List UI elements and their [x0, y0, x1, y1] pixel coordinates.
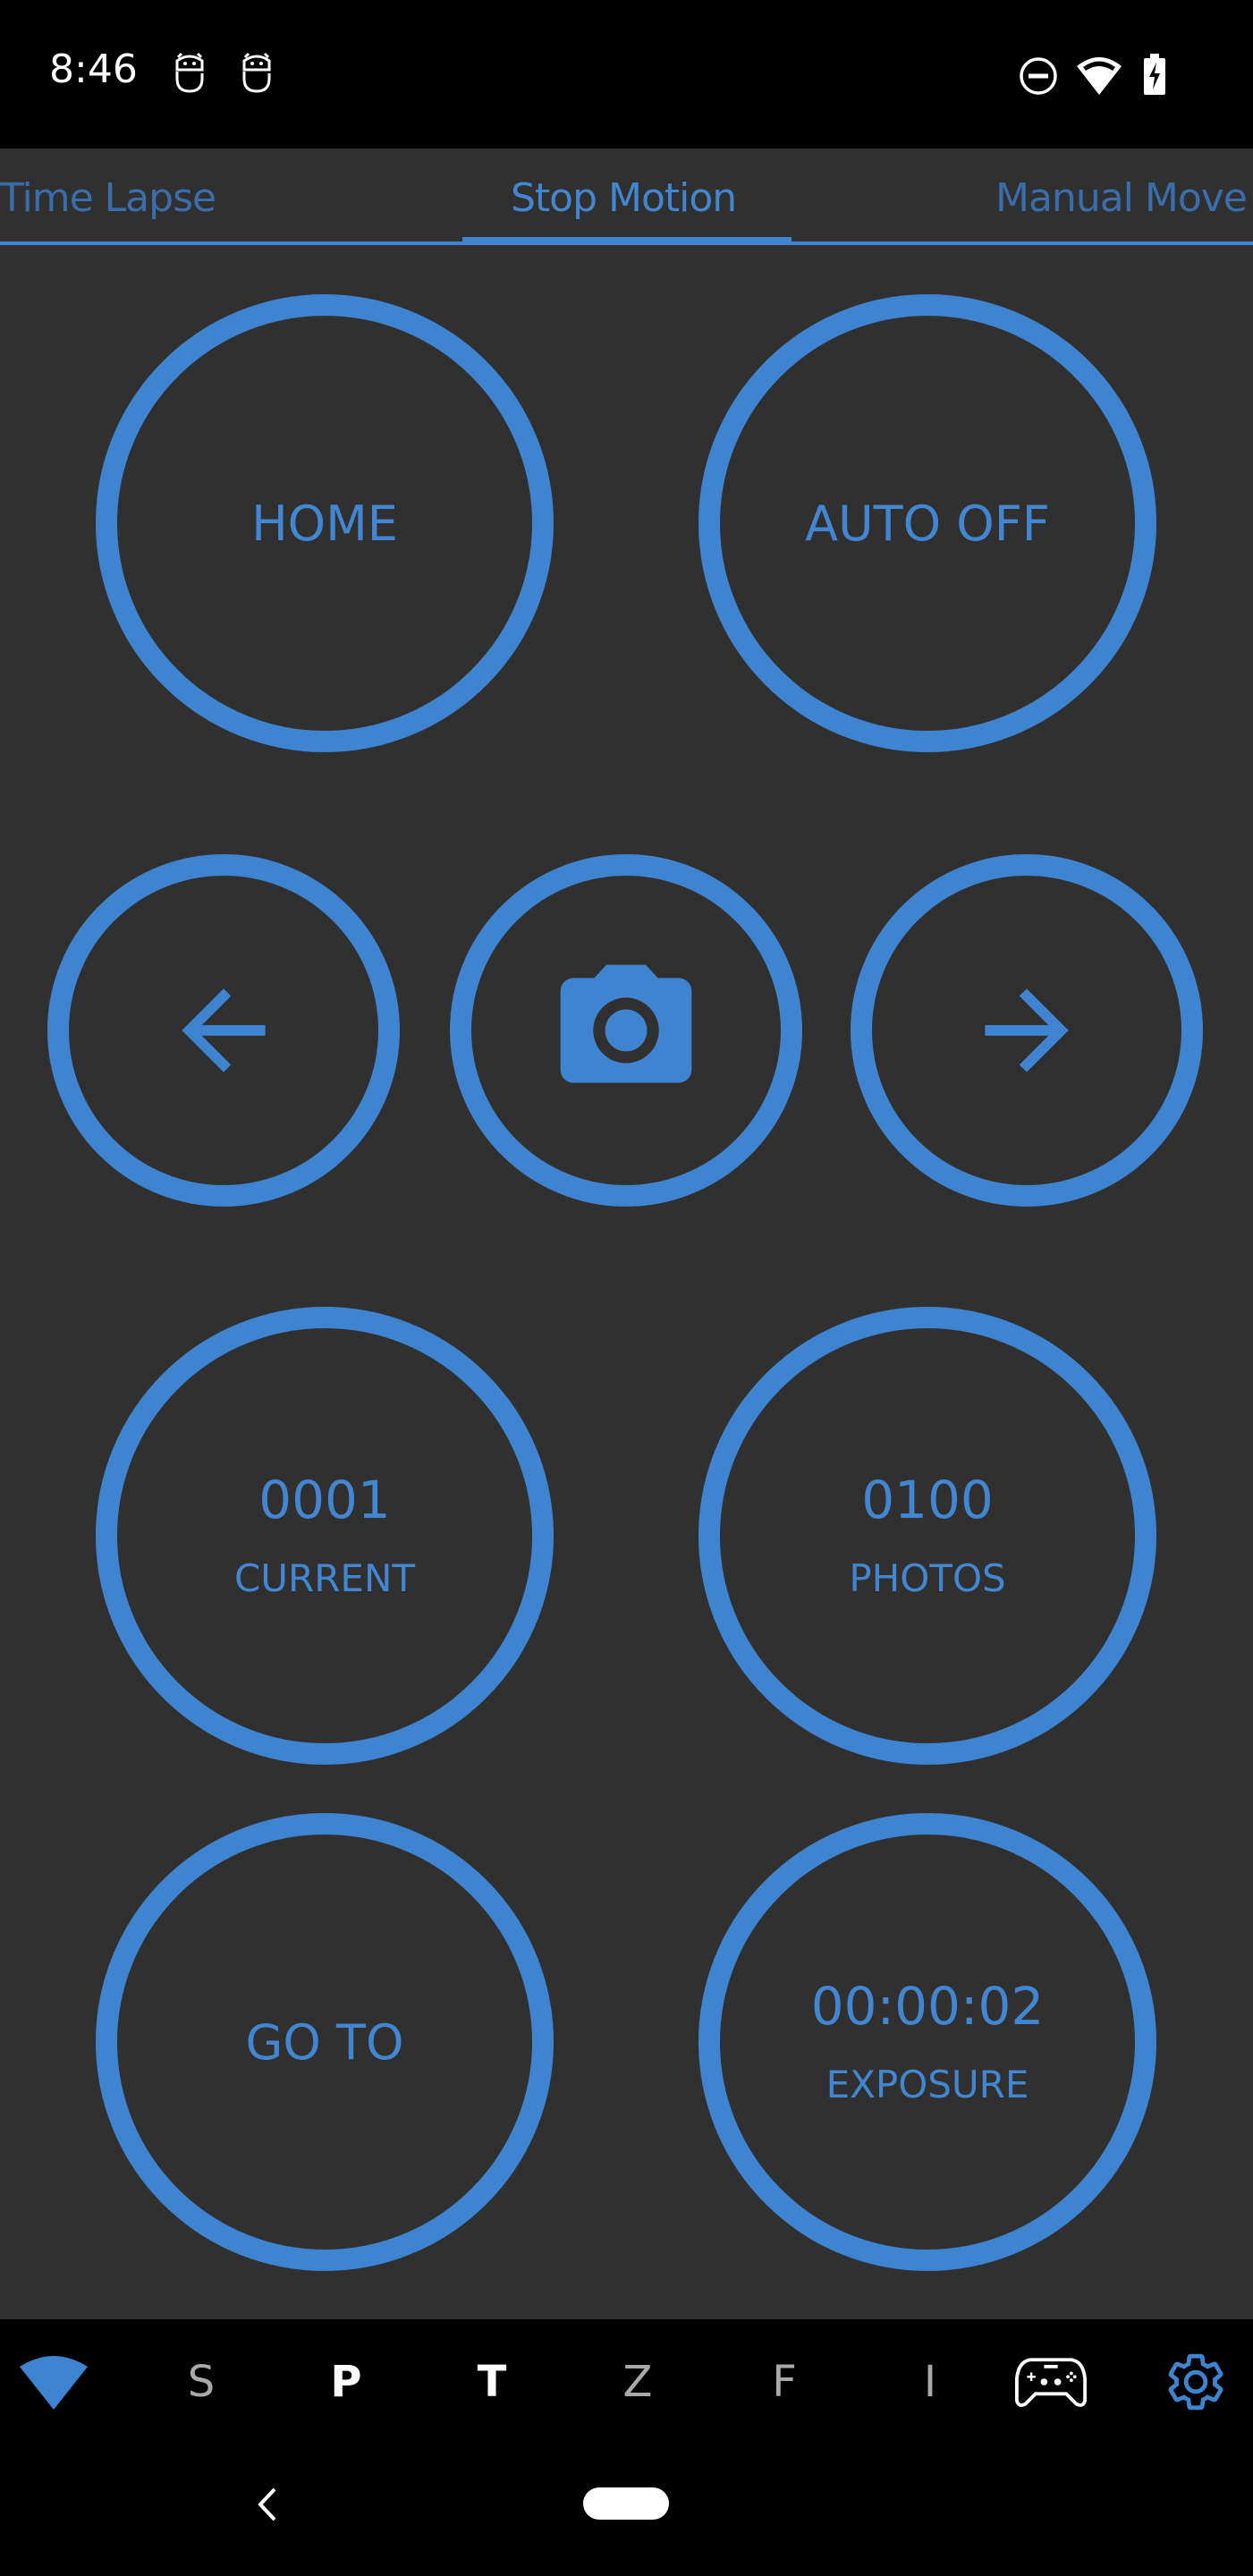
tab-manual-move[interactable]: Manual Move: [995, 175, 1248, 221]
wifi-signal-icon: [20, 2356, 88, 2410]
nav-i[interactable]: I: [894, 2346, 966, 2418]
arrow-left-icon: [182, 988, 266, 1072]
active-tab-indicator: [462, 237, 792, 245]
system-home-pill[interactable]: [583, 2487, 669, 2520]
nav-wifi[interactable]: [18, 2346, 89, 2418]
go-to-label: GO TO: [245, 2013, 404, 2071]
status-time: 8:46: [49, 47, 138, 92]
nav-p[interactable]: P: [310, 2346, 382, 2418]
go-to-button[interactable]: GO TO: [96, 1813, 554, 2271]
nav-f[interactable]: F: [749, 2346, 820, 2418]
nav-settings[interactable]: [1160, 2346, 1232, 2418]
next-frame-button[interactable]: [851, 854, 1203, 1207]
system-back-icon[interactable]: [255, 2487, 280, 2522]
do-not-disturb-icon: [1020, 57, 1057, 95]
nav-gamepad[interactable]: [1015, 2346, 1087, 2418]
camera-icon: [560, 964, 692, 1083]
status-bar: 8:46: [0, 0, 1253, 148]
settings-gear-icon: [1168, 2353, 1223, 2411]
tab-stop-motion[interactable]: Stop Motion: [511, 175, 737, 221]
arrow-right-icon: [985, 988, 1069, 1072]
photos-count-value: 0100: [861, 1470, 994, 1530]
current-frame-button[interactable]: 0001 CURRENT: [96, 1307, 554, 1765]
wifi-icon: [1077, 57, 1122, 95]
android-debug-icon: [175, 52, 204, 93]
gamepad-icon: [1015, 2358, 1087, 2407]
mode-tab-bar: Time Lapse Stop Motion Manual Move: [0, 148, 1253, 247]
auto-off-label: AUTO OFF: [805, 495, 1050, 552]
bottom-navigation: S P T Z F I: [0, 2319, 1253, 2576]
current-frame-value: 0001: [258, 1470, 391, 1530]
auto-off-button[interactable]: AUTO OFF: [698, 294, 1156, 752]
exposure-button[interactable]: 00:00:02 EXPOSURE: [698, 1813, 1156, 2271]
tab-time-lapse[interactable]: Time Lapse: [0, 175, 216, 221]
current-frame-label: CURRENT: [233, 1556, 416, 1600]
home-label: HOME: [251, 495, 398, 552]
android-debug-icon: [242, 52, 271, 93]
home-button[interactable]: HOME: [96, 294, 554, 752]
nav-s[interactable]: S: [165, 2346, 237, 2418]
nav-z[interactable]: Z: [602, 2346, 673, 2418]
photos-count-label: PHOTOS: [849, 1556, 1006, 1600]
exposure-value: 00:00:02: [810, 1976, 1045, 2037]
previous-frame-button[interactable]: [47, 854, 400, 1207]
photos-count-button[interactable]: 0100 PHOTOS: [698, 1307, 1156, 1765]
shutter-button[interactable]: [450, 854, 802, 1207]
battery-charging-icon: [1144, 54, 1165, 95]
nav-t[interactable]: T: [456, 2346, 528, 2418]
exposure-label: EXPOSURE: [825, 2063, 1029, 2106]
